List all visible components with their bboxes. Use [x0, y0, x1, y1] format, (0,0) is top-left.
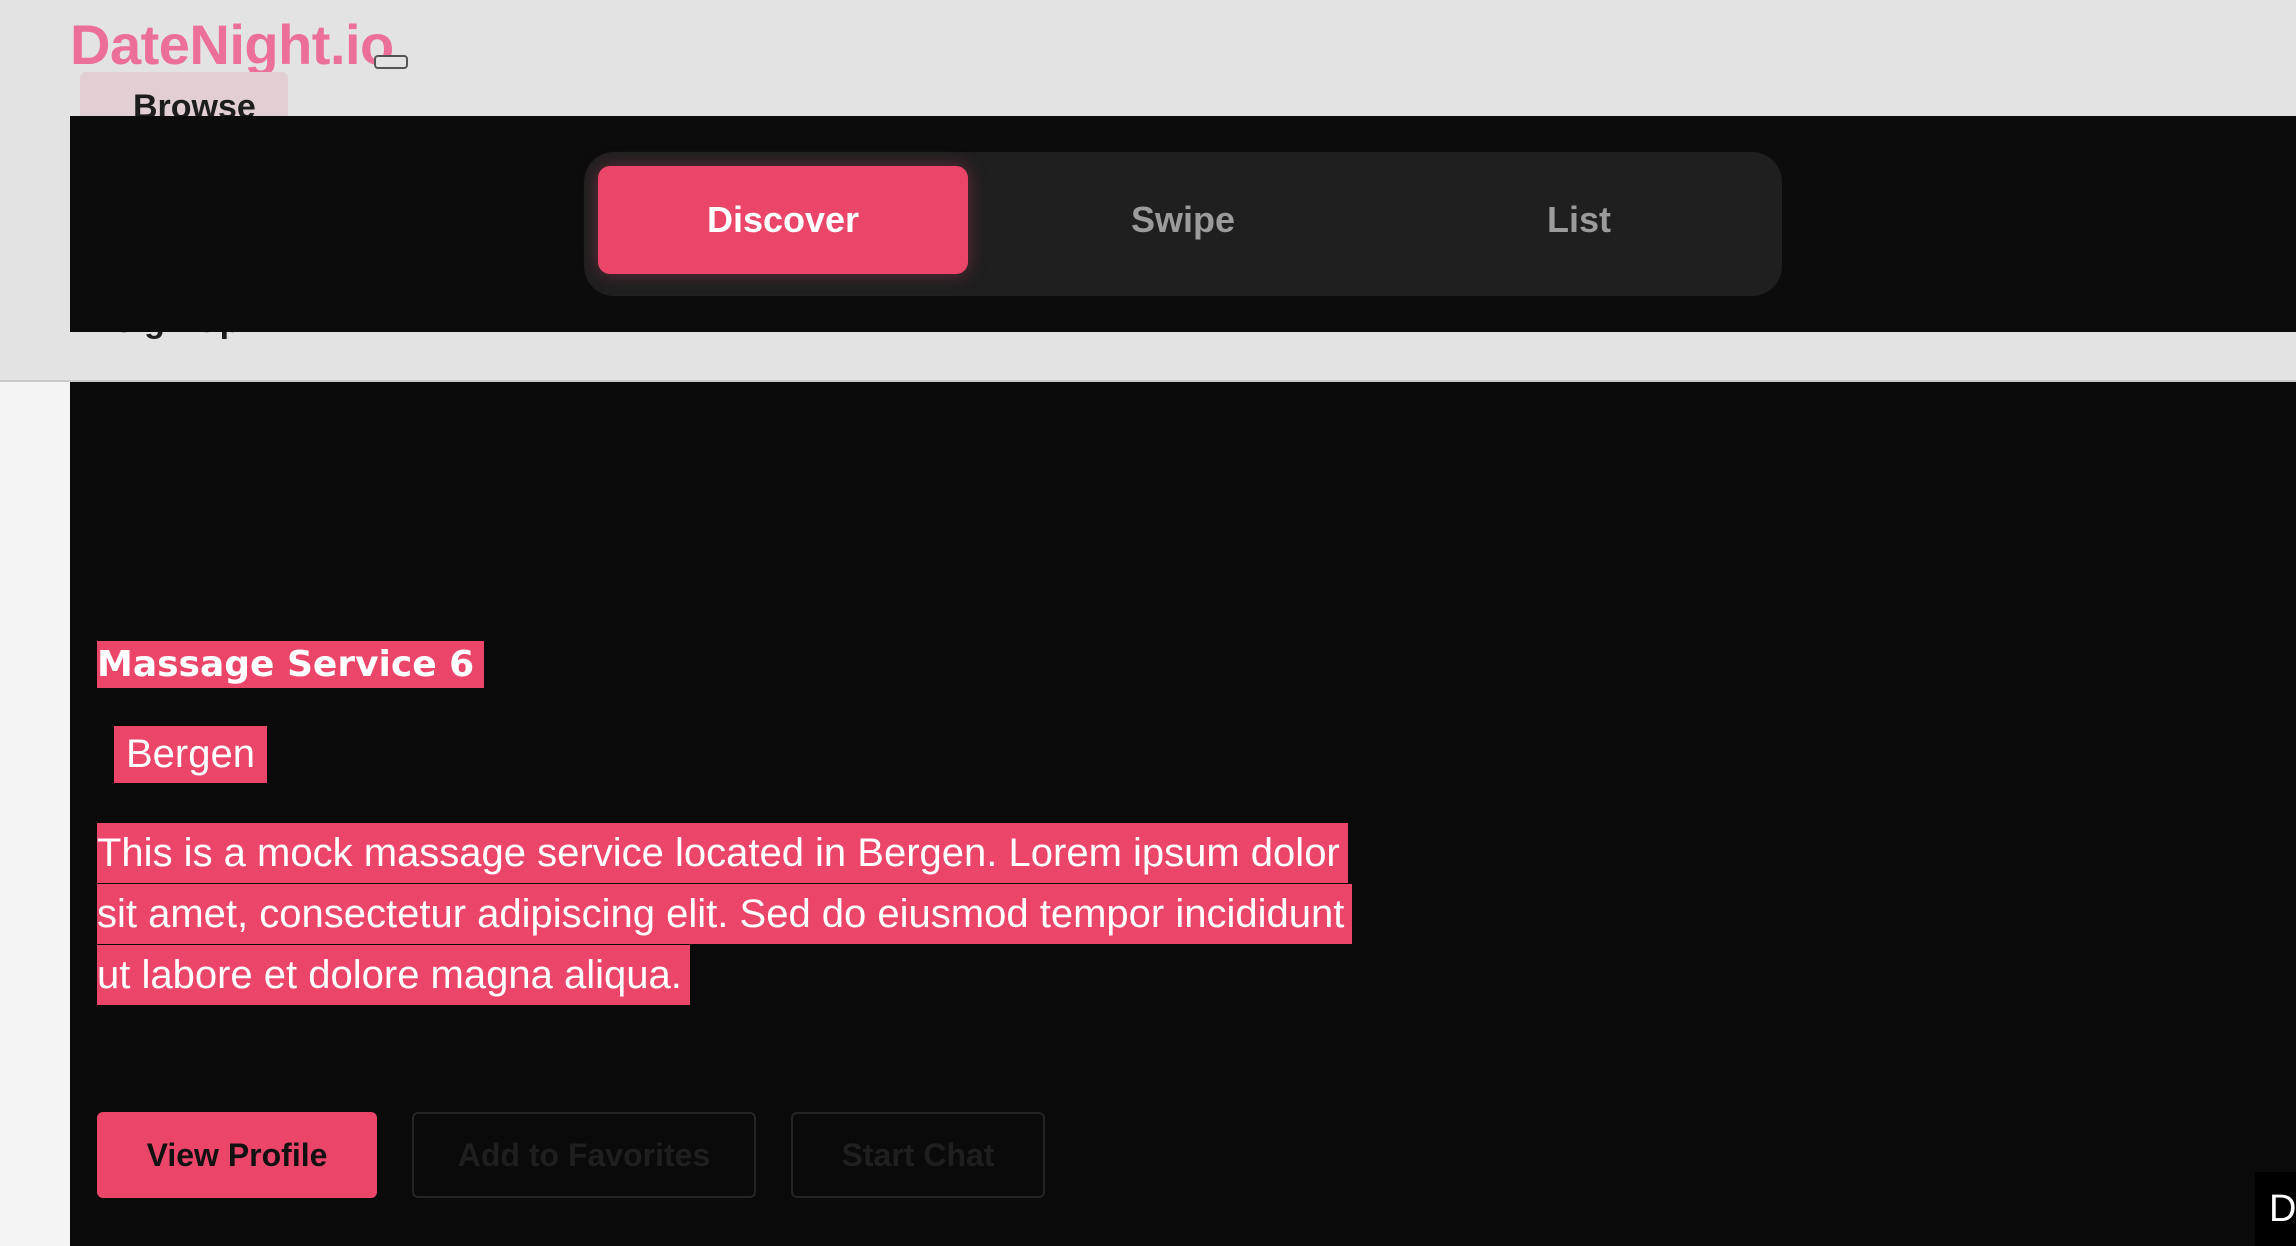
listing-description-row: This is a mock massage service located i…	[97, 823, 1357, 1006]
view-switcher: Discover Swipe List	[584, 152, 1782, 296]
listing-panel	[70, 382, 2296, 1246]
menu-toggle-icon[interactable]	[374, 55, 408, 69]
corner-badge[interactable]: D	[2255, 1172, 2296, 1246]
start-chat-button[interactable]: Start Chat	[791, 1112, 1045, 1198]
tab-discover[interactable]: Discover	[598, 166, 968, 274]
site-logo[interactable]: DateNight.io	[70, 12, 394, 77]
view-profile-button[interactable]: View Profile	[97, 1112, 377, 1198]
listing-title: Massage Service 6	[97, 641, 485, 688]
listing-description: This is a mock massage service located i…	[97, 823, 1353, 1005]
nav-browse[interactable]: Browse	[80, 72, 288, 126]
tab-list[interactable]: List	[1394, 166, 1764, 274]
view-switcher-bar: Discover Swipe List	[70, 116, 2296, 332]
listing-city: Bergen	[114, 726, 267, 783]
tab-swipe[interactable]: Swipe	[998, 166, 1368, 274]
add-to-favorites-button[interactable]: Add to Favorites	[412, 1112, 756, 1198]
listing-title-row: Massage Service 6	[97, 641, 485, 688]
listing-city-row: Bergen	[114, 726, 267, 783]
left-rail	[0, 382, 70, 1246]
